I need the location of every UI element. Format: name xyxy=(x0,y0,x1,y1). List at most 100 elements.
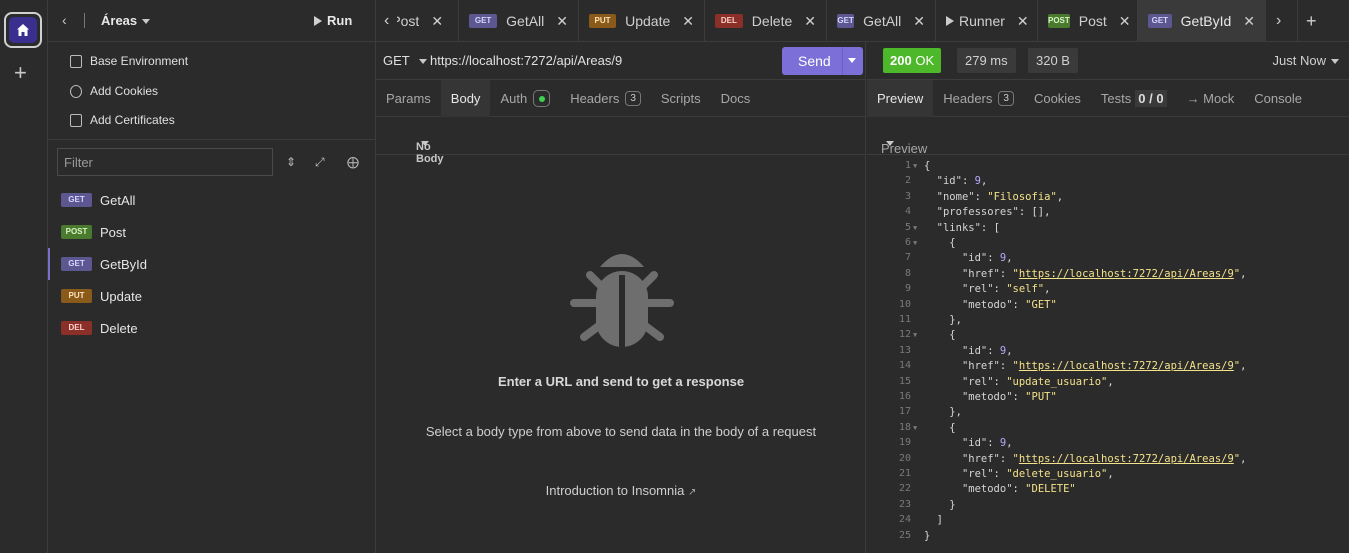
line-number: 15 xyxy=(898,375,911,387)
line-number: 5 xyxy=(904,221,911,233)
filter-input[interactable] xyxy=(57,148,273,176)
tab-headers[interactable]: Headers 3 xyxy=(560,80,651,117)
tab-delete[interactable]: DEL Delete ✕ xyxy=(705,0,827,42)
play-icon xyxy=(946,16,954,26)
send-button[interactable]: Send xyxy=(782,47,863,75)
method-badge: POST xyxy=(1048,14,1070,28)
close-icon[interactable]: ✕ xyxy=(1017,13,1029,30)
request-bar: GET https://localhost:7272/api/Areas/9 S… xyxy=(376,42,866,80)
tab-tests[interactable]: Tests 0 / 0 xyxy=(1091,80,1177,117)
chevron-left-icon[interactable]: ‹ xyxy=(62,12,67,28)
request-tabs: ‹Post✕ GETGetAll✕ PUTUpdate✕ DELDelete✕ … xyxy=(376,0,1349,42)
body-type-bar: No Body xyxy=(376,117,866,165)
fold-toggle-icon[interactable]: ▼ xyxy=(913,224,917,232)
close-icon[interactable]: ✕ xyxy=(431,13,443,30)
insomnia-window: + ‹ Áreas Run Base Environment Add Cooki… xyxy=(0,0,1349,553)
fold-toggle-icon[interactable]: ▼ xyxy=(913,331,917,339)
caret-down-icon xyxy=(421,141,429,146)
tab-preview[interactable]: Preview xyxy=(867,79,934,117)
method-badge: GET xyxy=(837,14,855,28)
tab-console[interactable]: Console xyxy=(1244,80,1312,117)
project-name: Áreas xyxy=(101,13,138,28)
tab-body[interactable]: Body xyxy=(440,79,491,117)
divider xyxy=(84,13,85,28)
line-number: 14 xyxy=(898,360,911,372)
new-tab-icon[interactable]: + xyxy=(1298,0,1329,42)
project-selector[interactable]: Áreas xyxy=(101,13,151,28)
chevron-left-icon: ‹ xyxy=(384,12,390,29)
code-line: }, xyxy=(924,406,962,419)
sort-icon[interactable]: ⇕ xyxy=(286,155,296,169)
line-number: 25 xyxy=(898,529,911,541)
code-line: "id": 9, xyxy=(961,437,1013,450)
request-item-post[interactable]: POST Post xyxy=(48,216,376,248)
close-icon[interactable]: ✕ xyxy=(1119,13,1131,30)
home-button[interactable] xyxy=(4,12,42,48)
request-item-delete[interactable]: DEL Delete xyxy=(48,312,376,344)
line-number: 18 xyxy=(898,421,911,433)
fold-toggle-icon[interactable]: ▼ xyxy=(913,162,917,170)
response-subtabs: Preview Headers 3 Cookies Tests 0 / 0 → Mo… xyxy=(867,79,1349,117)
line-number: 1 xyxy=(904,160,911,171)
tab-post-partial[interactable]: ‹ Post ✕ xyxy=(376,0,459,42)
tab-mock[interactable]: → Mock xyxy=(1177,80,1245,117)
response-history[interactable]: Just Now xyxy=(1273,53,1339,68)
tab-getall[interactable]: GET GetAll ✕ xyxy=(459,0,579,42)
request-label: Update xyxy=(100,288,142,304)
chevron-right-icon[interactable]: › xyxy=(1266,0,1298,42)
request-item-getbyid[interactable]: GET GetById xyxy=(48,248,376,280)
fold-toggle-icon[interactable]: ▼ xyxy=(913,424,917,432)
response-bar: 200 OK 279 ms 320 B Just Now xyxy=(867,42,1349,80)
close-icon[interactable]: ✕ xyxy=(556,13,568,30)
intro-link[interactable]: Introduction to Insomnia ↗ xyxy=(376,483,866,498)
caret-down-icon[interactable] xyxy=(848,58,856,63)
add-certificates-item[interactable]: Add Certificates xyxy=(70,113,175,127)
tab-getall[interactable]: GET GetAll ✕ xyxy=(827,0,936,42)
tab-label: Post xyxy=(1078,13,1107,29)
sidebar-header: ‹ Áreas Run xyxy=(48,0,375,42)
line-number: 17 xyxy=(898,406,911,418)
request-subtabs: Params Body Auth Headers 3 Scripts Docs xyxy=(376,79,866,117)
status-code: 200 xyxy=(890,53,912,68)
tab-auth[interactable]: Auth xyxy=(490,80,560,117)
close-icon[interactable]: ✕ xyxy=(682,13,694,30)
request-item-update[interactable]: PUT Update xyxy=(48,280,376,312)
url-input[interactable]: https://localhost:7272/api/Areas/9 xyxy=(430,53,622,68)
line-number: 21 xyxy=(898,468,911,479)
run-button[interactable]: Run xyxy=(314,13,352,28)
add-project-icon[interactable]: + xyxy=(14,62,27,84)
line-number: 12 xyxy=(898,329,911,341)
close-icon[interactable]: ✕ xyxy=(804,13,816,30)
close-icon[interactable]: ✕ xyxy=(1243,13,1255,30)
line-number: 11 xyxy=(898,314,911,325)
tab-headers[interactable]: Headers 3 xyxy=(933,80,1024,117)
response-time: 279 ms xyxy=(957,48,1016,73)
tab-post[interactable]: POST Post ✕ xyxy=(1038,0,1138,42)
request-item-getall[interactable]: GET GetAll xyxy=(48,184,376,216)
tab-cookies[interactable]: Cookies xyxy=(1024,80,1091,117)
method-label: GET xyxy=(383,53,410,68)
code-line: "id": 9, xyxy=(961,344,1013,357)
code-line: } xyxy=(924,498,956,511)
add-cookies-item[interactable]: Add Cookies xyxy=(70,84,158,98)
base-environment-item[interactable]: Base Environment xyxy=(70,54,188,68)
code-line: ] xyxy=(924,514,943,527)
caret-down-icon xyxy=(886,141,894,146)
send-label: Send xyxy=(798,53,831,69)
tab-runner[interactable]: Runner ✕ xyxy=(936,0,1038,42)
add-circle-icon[interactable]: ⨁ xyxy=(347,155,359,169)
empty-state: Enter a URL and send to get a response S… xyxy=(376,155,866,553)
tab-update[interactable]: PUT Update ✕ xyxy=(579,0,705,42)
expand-icon[interactable]: ⤢ xyxy=(315,155,325,170)
code-line: }, xyxy=(924,314,962,326)
fold-toggle-icon[interactable]: ▼ xyxy=(913,239,917,247)
tab-docs[interactable]: Docs xyxy=(711,80,761,117)
request-label: Delete xyxy=(100,320,138,336)
method-selector[interactable]: GET xyxy=(383,53,427,68)
tab-params[interactable]: Params xyxy=(376,80,441,117)
close-icon[interactable]: ✕ xyxy=(913,13,925,30)
tab-scripts[interactable]: Scripts xyxy=(651,80,711,117)
code-line: "metodo": "PUT" xyxy=(961,391,1057,403)
method-badge: POST xyxy=(61,225,92,239)
tab-getbyid[interactable]: GET GetById ✕ xyxy=(1138,0,1266,42)
